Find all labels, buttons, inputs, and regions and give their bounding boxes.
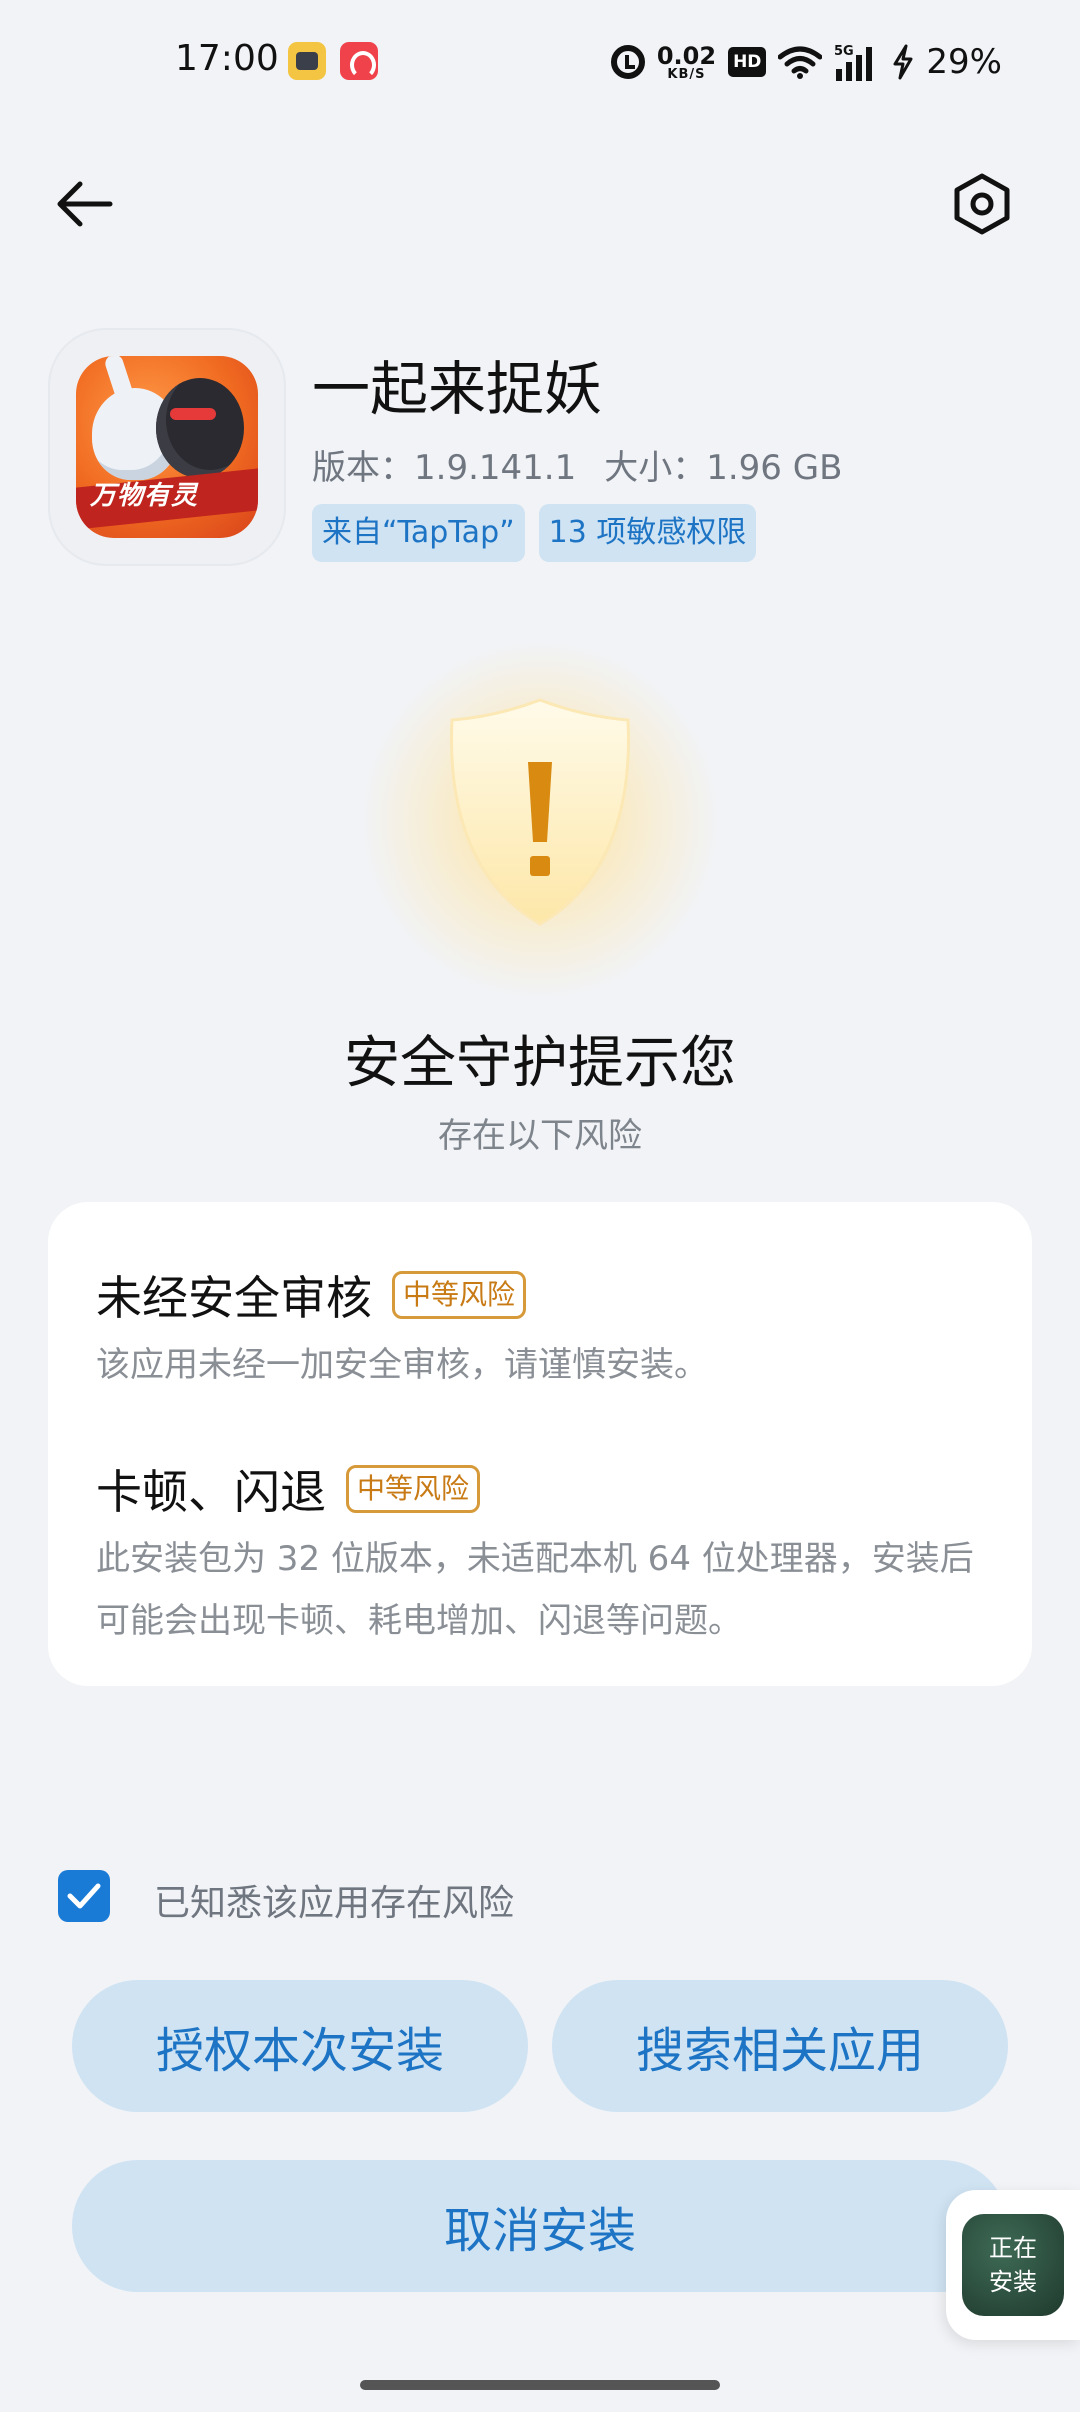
search-related-apps-button[interactable]: 搜索相关应用 [552, 1980, 1008, 2112]
source-tag[interactable]: 来自“TapTap” [312, 504, 525, 562]
authorize-install-button[interactable]: 授权本次安装 [72, 1980, 528, 2112]
app-size: 大小：1.96 GB [604, 448, 843, 488]
back-arrow-icon [57, 181, 113, 227]
status-indicators: 0.02 KB/S HD 5G 29% [610, 36, 1002, 88]
warning-headline: 安全守护提示您 [344, 1031, 736, 1096]
status-time: 17:00 [175, 38, 279, 79]
status-bar: 17:00 0.02 KB/S HD 5G 29% [0, 0, 1080, 124]
charging-icon [892, 44, 914, 80]
risk-title: 卡顿、闪退 [96, 1465, 326, 1519]
installing-floating-bubble[interactable]: 正在 安装 [946, 2190, 1080, 2340]
warning-subhead: 存在以下风险 [438, 1116, 642, 1156]
risk-item: 卡顿、闪退 中等风险 此安装包为 32 位版本，未适配本机 64 位处理器，安装… [96, 1456, 996, 1652]
app-icon-banner-text: 万物有灵 [90, 481, 199, 511]
risk-badge: 中等风险 [392, 1271, 527, 1319]
shield-warning-icon [450, 698, 630, 926]
settings-button[interactable] [946, 168, 1018, 240]
network-speed-value: 0.02 [656, 41, 717, 70]
checkmark-icon [67, 1883, 101, 1909]
acknowledge-label[interactable]: 已知悉该应用存在风险 [154, 1874, 514, 1926]
cancel-install-button[interactable]: 取消安装 [72, 2160, 1008, 2292]
hd-icon: HD [728, 47, 767, 77]
risk-badge: 中等风险 [346, 1465, 481, 1513]
risk-title: 未经安全审核 [96, 1271, 372, 1325]
risk-item: 未经安全审核 中等风险 该应用未经一加安全审核，请谨慎安装。 [96, 1262, 996, 1396]
back-button[interactable] [48, 168, 120, 240]
app-tags: 来自“TapTap” 13 项敏感权限 [312, 504, 757, 562]
app-icon: 万物有灵 [76, 356, 258, 538]
shopping-app-icon [340, 42, 378, 80]
battery-level: 29% [926, 42, 1002, 82]
settings-hexagon-icon [954, 173, 1010, 235]
network-speed-unit: KB/S [667, 66, 706, 82]
risk-card: 未经安全审核 中等风险 该应用未经一加安全审核，请谨慎安装。 卡顿、闪退 中等风… [48, 1202, 1032, 1686]
risk-description: 此安装包为 32 位版本，未适配本机 64 位处理器，安装后可能会出现卡顿、耗电… [96, 1539, 974, 1641]
risk-description: 该应用未经一加安全审核，请谨慎安装。 [96, 1345, 708, 1385]
installing-label-line1: 正在 [989, 2234, 1037, 2262]
app-name: 一起来捉妖 [312, 355, 603, 423]
app-meta: 版本：1.9.141.1 大小：1.96 GB [312, 440, 842, 489]
network-type-label: 5G [834, 44, 854, 59]
wifi-icon [778, 45, 823, 79]
installing-label-line2: 安装 [989, 2268, 1037, 2296]
permissions-tag[interactable]: 13 项敏感权限 [538, 504, 757, 562]
alarm-icon [610, 45, 645, 79]
app-version: 版本：1.9.141.1 [312, 448, 577, 488]
gesture-nav-handle[interactable] [360, 2380, 720, 2390]
security-app-icon [288, 42, 326, 80]
acknowledge-checkbox[interactable] [58, 1870, 110, 1922]
network-speed: 0.02 KB/S [657, 44, 716, 81]
app-icon-container: 万物有灵 [50, 330, 284, 564]
app-icon-character-black [156, 378, 244, 478]
installing-app-thumbnail: 正在 安装 [962, 2214, 1064, 2316]
cellular-signal-icon: 5G [834, 43, 880, 81]
